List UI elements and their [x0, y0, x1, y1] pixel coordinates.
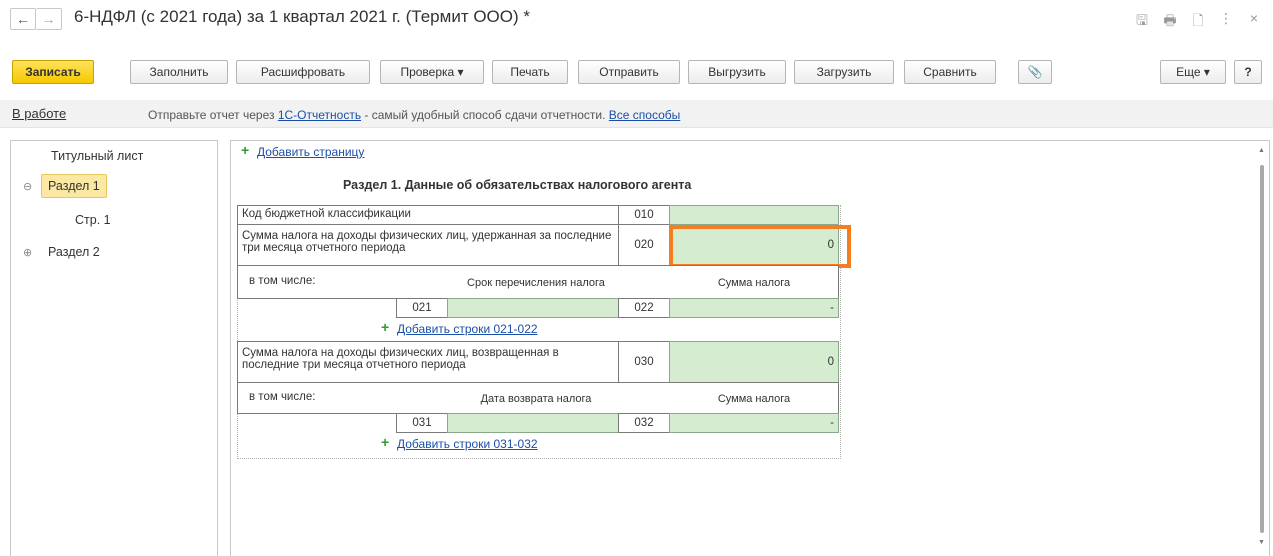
row-032-code: 032	[618, 413, 670, 433]
scroll-down-icon[interactable]: ▼	[1258, 539, 1265, 546]
plus-icon: +	[381, 434, 390, 450]
reporting-link[interactable]: 1С-Отчетность	[278, 108, 361, 122]
import-button[interactable]: Загрузить	[794, 60, 894, 84]
preview-icon[interactable]: 🗋	[1191, 10, 1205, 34]
row-021-code: 021	[396, 298, 448, 318]
term-header: Срок перечисления налога	[467, 277, 605, 289]
check-button[interactable]: Проверка ▾	[380, 60, 484, 84]
sections-tree: Титульный лист ⊖ Раздел 1 Стр. 1 ⊕ Разде…	[10, 140, 218, 556]
plus-icon: +	[241, 142, 250, 158]
all-methods-link[interactable]: Все способы	[609, 108, 681, 122]
fill-button[interactable]: Заполнить	[130, 60, 228, 84]
forward-arrow-icon[interactable]: →	[36, 8, 62, 30]
export-button[interactable]: Выгрузить	[688, 60, 786, 84]
row-031-value[interactable]	[447, 413, 619, 433]
window-title: 6-НДФЛ (с 2021 года) за 1 квартал 2021 г…	[74, 7, 530, 26]
sum-header-2: Сумма налога	[717, 393, 791, 405]
incl2-label: в том числе:	[249, 391, 316, 403]
save-button[interactable]: Записать	[12, 60, 94, 84]
row-020-code: 020	[618, 224, 670, 266]
row-030-code: 030	[618, 341, 670, 383]
tree-item-page-1[interactable]: Стр. 1	[75, 208, 111, 232]
row-010-code: 010	[618, 205, 670, 225]
add-rows-031-032-link[interactable]: Добавить строки 031-032	[397, 437, 538, 451]
incl1-label: в том числе:	[249, 275, 316, 287]
attach-paperclip-icon[interactable]: 📎	[1018, 60, 1052, 84]
status-link-in-work[interactable]: В работе	[12, 106, 66, 121]
vertical-scrollbar[interactable]: ▲ ▼	[1255, 141, 1269, 556]
row-010-value[interactable]	[669, 205, 839, 225]
expand-icon[interactable]: ⊕	[23, 246, 32, 259]
report-document: + Добавить страницу Раздел 1. Данные об …	[230, 140, 1270, 556]
row-022-value[interactable]: -	[669, 298, 839, 318]
add-rows-021-022-link[interactable]: Добавить строки 021-022	[397, 322, 538, 336]
plus-icon: +	[381, 319, 390, 335]
row-031-code: 031	[396, 413, 448, 433]
scroll-up-icon[interactable]: ▲	[1258, 147, 1265, 154]
status-bar: В работе Отправьте отчет через 1С-Отчетн…	[0, 100, 1273, 128]
status-message: Отправьте отчет через 1С-Отчетность - са…	[148, 108, 680, 122]
status-msg-middle: - самый удобный способ сдачи отчетности.	[361, 108, 609, 122]
help-button[interactable]: ?	[1234, 60, 1262, 84]
row-020-label: Сумма налога на доходы физических лиц, у…	[237, 224, 619, 266]
back-arrow-icon[interactable]: ←	[10, 8, 36, 30]
decode-button[interactable]: Расшифровать	[236, 60, 370, 84]
tree-item-section-2[interactable]: Раздел 2	[48, 240, 100, 264]
sum-header-1: Сумма налога	[717, 277, 791, 289]
send-button[interactable]: Отправить	[578, 60, 680, 84]
title-bar: ← → 6-НДФЛ (с 2021 года) за 1 квартал 20…	[0, 0, 1273, 40]
more-vertical-icon[interactable]: ⋮	[1219, 10, 1233, 34]
section-title: Раздел 1. Данные об обязательствах налог…	[343, 178, 692, 192]
row-030-value[interactable]: 0	[669, 341, 839, 383]
compare-button[interactable]: Сравнить	[904, 60, 996, 84]
row-022-code: 022	[618, 298, 670, 318]
more-button[interactable]: Еще ▾	[1160, 60, 1226, 84]
row-010-label: Код бюджетной классификации	[237, 205, 619, 225]
add-page-link[interactable]: Добавить страницу	[257, 145, 364, 159]
window-controls: 🖫 🖶 🗋 ⋮ ×	[1135, 10, 1261, 34]
tree-item-title-page[interactable]: Титульный лист	[51, 144, 143, 168]
save-icon[interactable]: 🖫	[1135, 10, 1149, 34]
highlight-frame	[669, 225, 851, 268]
return-header: Дата возврата налога	[480, 393, 592, 405]
collapse-icon[interactable]: ⊖	[23, 180, 32, 193]
row-032-value[interactable]: -	[669, 413, 839, 433]
scroll-thumb[interactable]	[1260, 165, 1264, 533]
tree-item-section-1[interactable]: Раздел 1	[41, 174, 107, 198]
print-button[interactable]: Печать	[492, 60, 568, 84]
toolbar: Записать Заполнить Расшифровать Проверка…	[0, 60, 1273, 86]
row-021-value[interactable]	[447, 298, 619, 318]
close-icon[interactable]: ×	[1247, 10, 1261, 34]
print-icon[interactable]: 🖶	[1163, 10, 1177, 34]
status-msg-prefix: Отправьте отчет через	[148, 108, 278, 122]
row-030-label: Сумма налога на доходы физических лиц, в…	[237, 341, 619, 383]
